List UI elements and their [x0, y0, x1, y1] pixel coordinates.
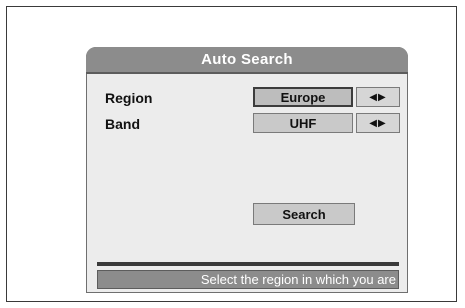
band-label: Band — [105, 116, 140, 132]
divider — [97, 262, 399, 266]
arrow-right-icon: ▶ — [378, 91, 387, 103]
region-label: Region — [105, 90, 153, 106]
auto-search-dialog: Auto Search Region Europe ◀ ▶ Band UHF ◀ ▶… — [86, 47, 408, 293]
arrow-left-icon: ◀ — [369, 117, 378, 129]
region-arrows-icon[interactable]: ◀ ▶ — [356, 87, 400, 107]
region-value-field[interactable]: Europe — [253, 87, 353, 107]
status-bar: Select the region in which you are — [97, 270, 399, 289]
dialog-title: Auto Search — [201, 51, 293, 68]
screen-frame: Auto Search Region Europe ◀ ▶ Band UHF ◀ ▶… — [6, 6, 457, 302]
search-button[interactable]: Search — [253, 203, 355, 225]
arrow-left-icon: ◀ — [369, 91, 378, 103]
dialog-title-bar: Auto Search — [86, 47, 408, 74]
arrow-right-icon: ▶ — [378, 117, 387, 129]
band-value-field[interactable]: UHF — [253, 113, 353, 133]
status-text: Select the region in which you are — [200, 272, 396, 287]
band-arrows-icon[interactable]: ◀ ▶ — [356, 113, 400, 133]
